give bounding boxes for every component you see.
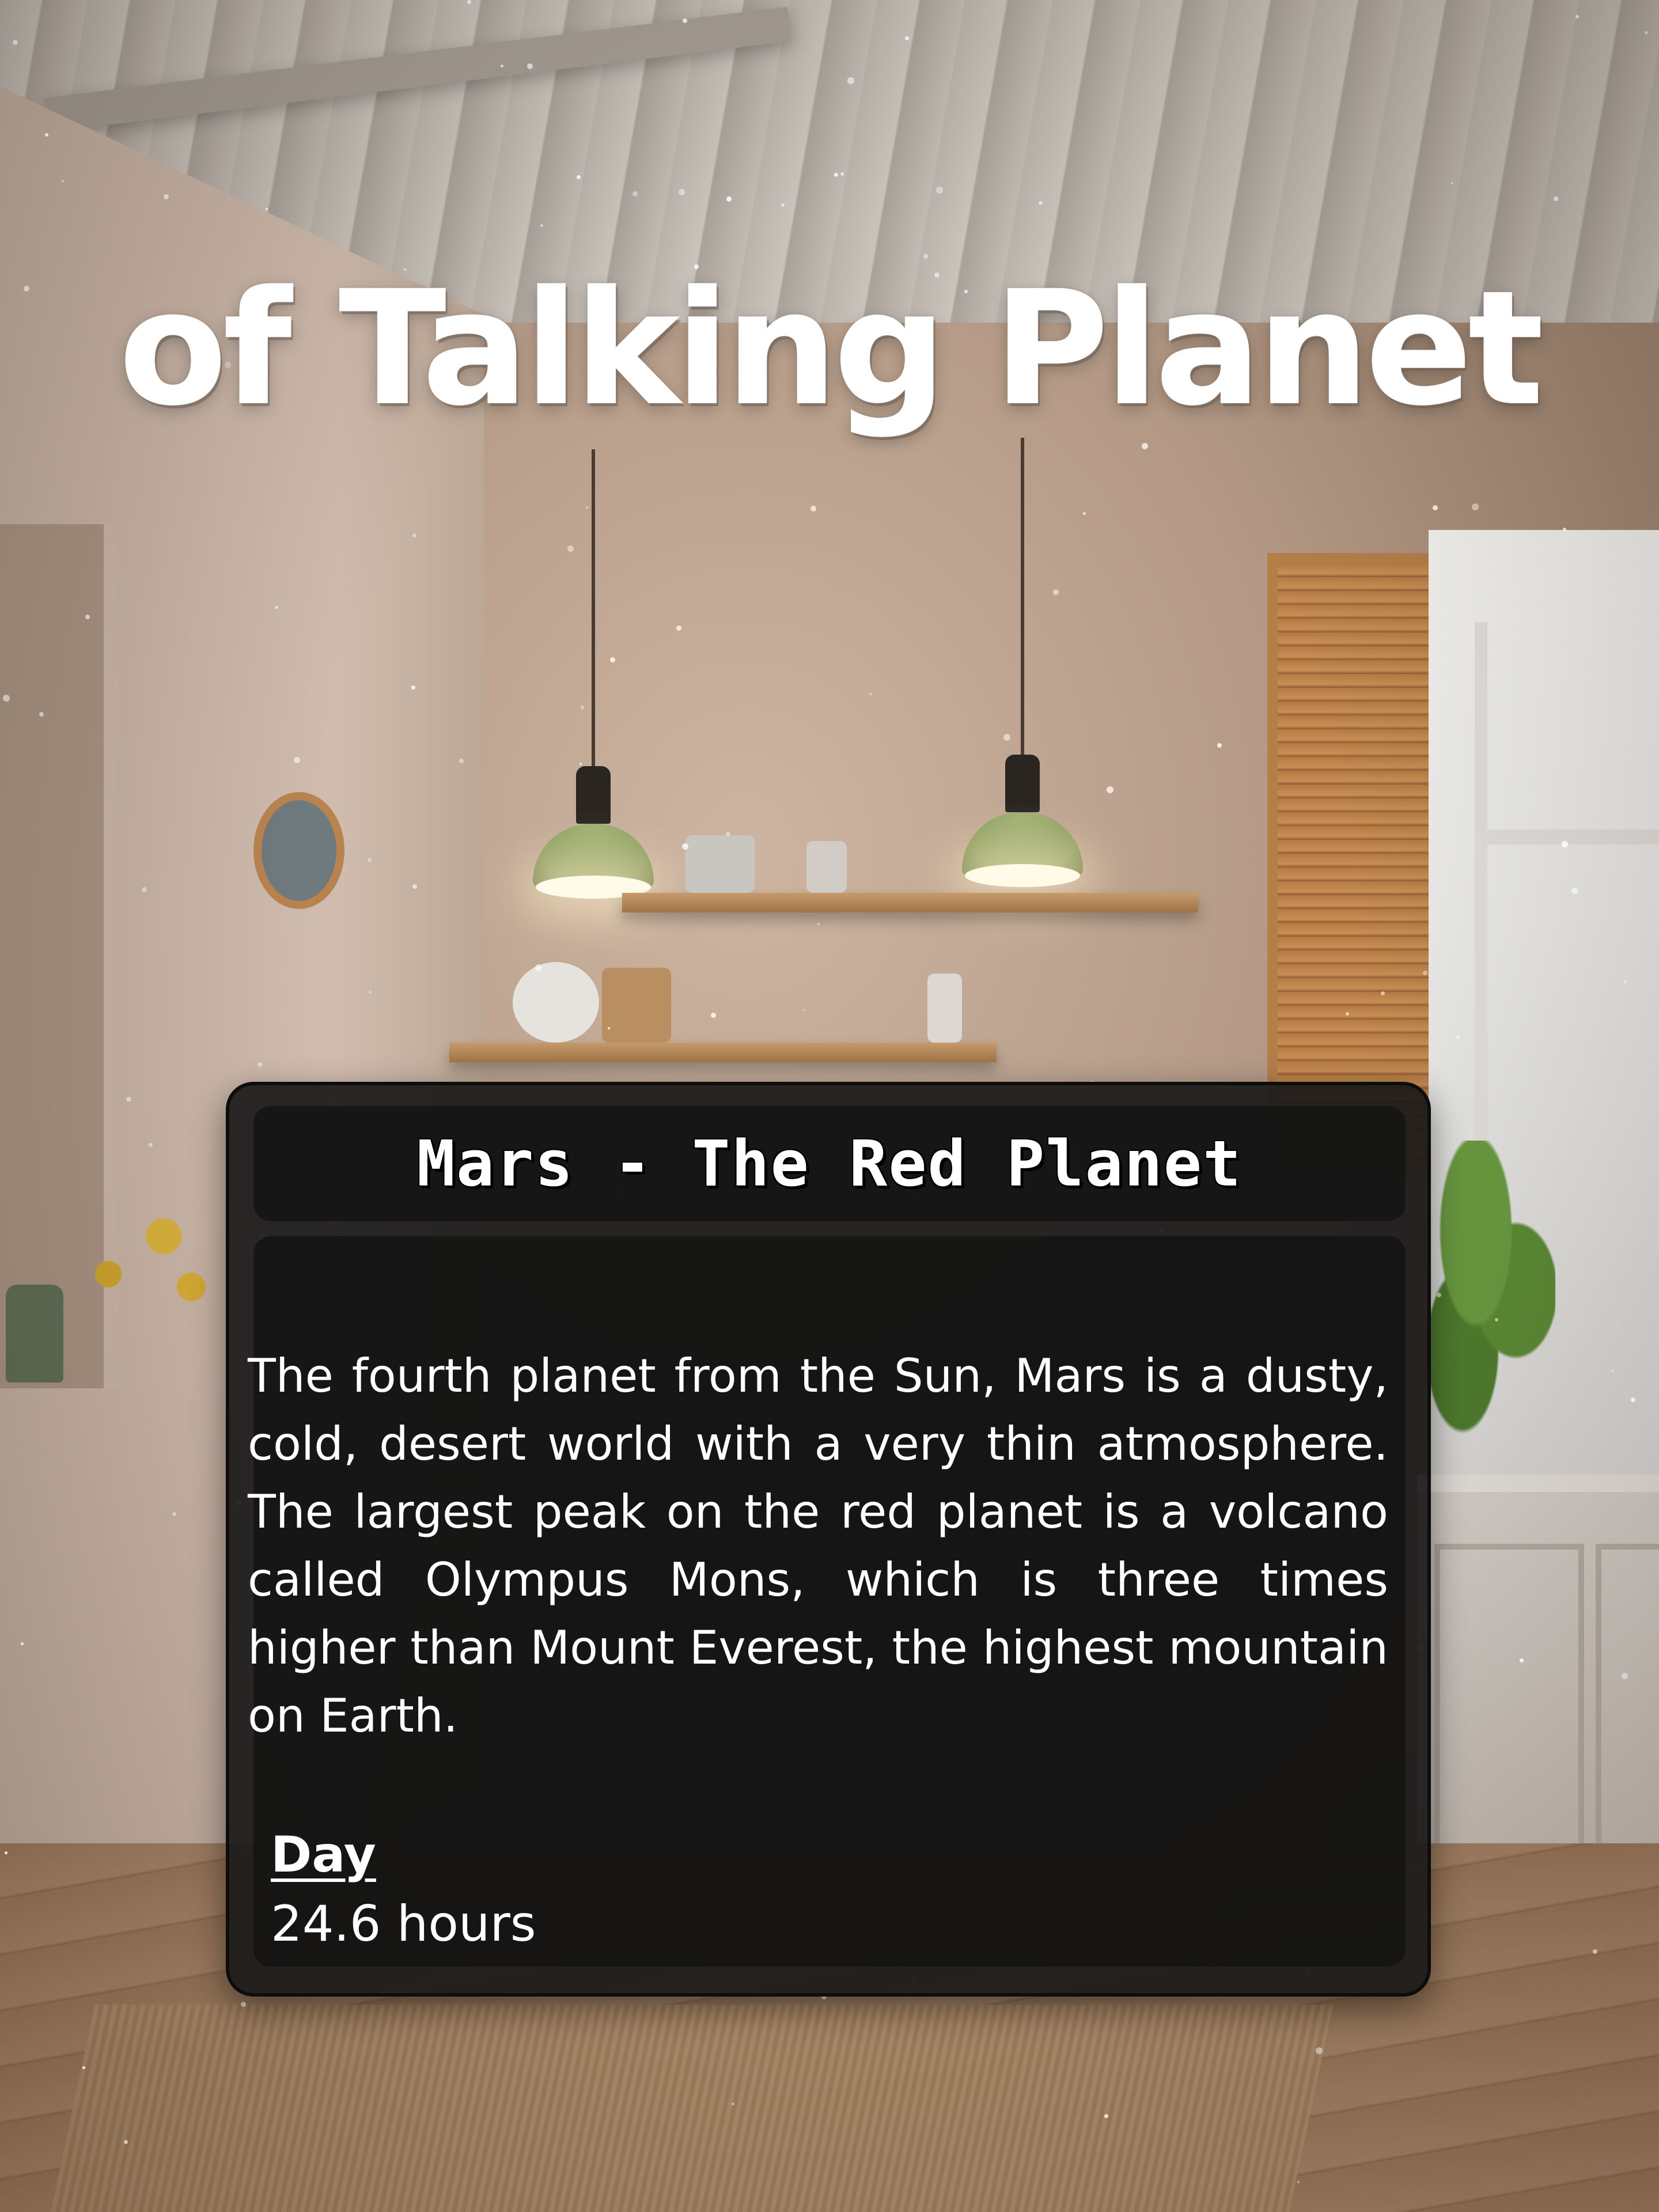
dust-speck: [164, 194, 169, 199]
dust-speck: [1142, 443, 1148, 449]
dust-speck: [3, 695, 10, 702]
dust-speck: [726, 196, 732, 202]
dust-speck: [39, 712, 44, 717]
dust-speck: [1297, 2181, 1300, 2183]
dust-speck: [368, 858, 372, 862]
dust-speck: [501, 65, 503, 67]
dust-speck: [586, 506, 588, 509]
dust-speck: [1456, 1036, 1460, 1039]
dust-speck: [1645, 31, 1648, 35]
dust-speck: [1437, 1293, 1441, 1297]
dust-speck: [257, 1062, 262, 1067]
dust-speck: [711, 1013, 716, 1018]
dust-speck: [834, 173, 838, 177]
dust-speck: [172, 1512, 176, 1516]
dust-speck: [149, 1143, 153, 1147]
dust-speck: [1554, 196, 1558, 201]
dust-speck: [1612, 1370, 1614, 1372]
dust-speck: [266, 208, 268, 210]
dust-speck: [1575, 15, 1579, 18]
dust-speck: [275, 606, 278, 609]
dust-speck: [679, 189, 685, 195]
dust-speck: [85, 615, 90, 619]
dust-speck: [817, 923, 820, 925]
dust-speck: [1562, 841, 1568, 847]
dust-speck: [1217, 743, 1222, 748]
dust-speck: [936, 187, 943, 194]
dust-speck: [535, 964, 542, 971]
dust-speck: [21, 1642, 24, 1645]
dust-speck: [1571, 888, 1578, 894]
dust-speck: [1623, 980, 1626, 983]
dust-speck: [581, 706, 584, 709]
dust-speck: [540, 224, 543, 227]
dust-speck: [294, 757, 300, 763]
dust-speck: [1083, 512, 1086, 515]
dust-speck: [1593, 1949, 1597, 1954]
dust-speck: [61, 180, 64, 183]
stat-value-day: 24.6 hours: [271, 1895, 536, 1953]
dust-speck: [1003, 734, 1010, 741]
dust-speck: [412, 884, 417, 889]
dust-speck: [1316, 2047, 1323, 2054]
dust-speck: [527, 63, 533, 69]
dust-speck: [840, 172, 844, 176]
dust-speck: [82, 2066, 85, 2069]
dust-speck: [732, 2103, 734, 2105]
dust-speck: [905, 36, 909, 40]
card-header: Mars - The Red Planet: [253, 1106, 1406, 1221]
dust-speck: [608, 1027, 610, 1029]
dust-speck: [1563, 528, 1566, 531]
dust-speck: [1423, 971, 1427, 975]
dust-speck: [1053, 589, 1059, 595]
dust-speck: [126, 1097, 131, 1102]
dust-speck: [459, 759, 464, 763]
dust-speck: [682, 843, 688, 850]
dust-speck: [1107, 786, 1113, 793]
dust-speck: [810, 506, 816, 512]
dust-speck: [1622, 1673, 1628, 1679]
dust-speck: [869, 692, 872, 695]
dust-speck: [369, 991, 372, 994]
dust-speck: [1495, 1318, 1498, 1321]
dust-speck: [726, 832, 730, 836]
dust-speck: [567, 546, 574, 552]
dust-speck: [781, 203, 785, 207]
dust-speck: [676, 626, 681, 631]
app-title: of Talking Planet: [119, 258, 1544, 440]
dust-speck: [577, 175, 581, 179]
dust-speck: [1433, 505, 1438, 510]
stat-label-day: Day: [271, 1826, 376, 1884]
dust-speck: [124, 2140, 128, 2144]
dust-speck: [5, 1851, 7, 1854]
dust-speck: [1451, 182, 1453, 184]
dust-speck: [467, 0, 471, 4]
dust-speck: [1381, 991, 1385, 995]
dust-speck: [142, 887, 147, 892]
dust-speck: [579, 763, 582, 765]
dust-speck: [1104, 2114, 1108, 2118]
card-title: Mars - The Red Planet: [416, 1127, 1243, 1200]
dust-speck: [13, 40, 18, 45]
dust-speck: [683, 18, 687, 23]
dust-speck: [1520, 1658, 1524, 1662]
dust-speck: [45, 133, 48, 137]
dust-speck: [241, 2002, 246, 2007]
dust-speck: [847, 77, 854, 84]
ar-scene: of Talking Planet Mars - The Red Planet …: [0, 0, 1659, 2212]
dust-speck: [610, 657, 615, 662]
dust-speck: [632, 191, 638, 196]
dust-speck: [411, 685, 415, 690]
dust-speck: [1472, 503, 1479, 510]
dust-speck: [802, 1009, 805, 1011]
dust-speck: [1039, 201, 1043, 205]
dust-speck: [1346, 1012, 1349, 1016]
dust-speck: [412, 533, 416, 537]
dust-speck: [1631, 1397, 1635, 1402]
planet-description: The fourth planet from the Sun, Mars is …: [248, 1349, 1388, 1743]
